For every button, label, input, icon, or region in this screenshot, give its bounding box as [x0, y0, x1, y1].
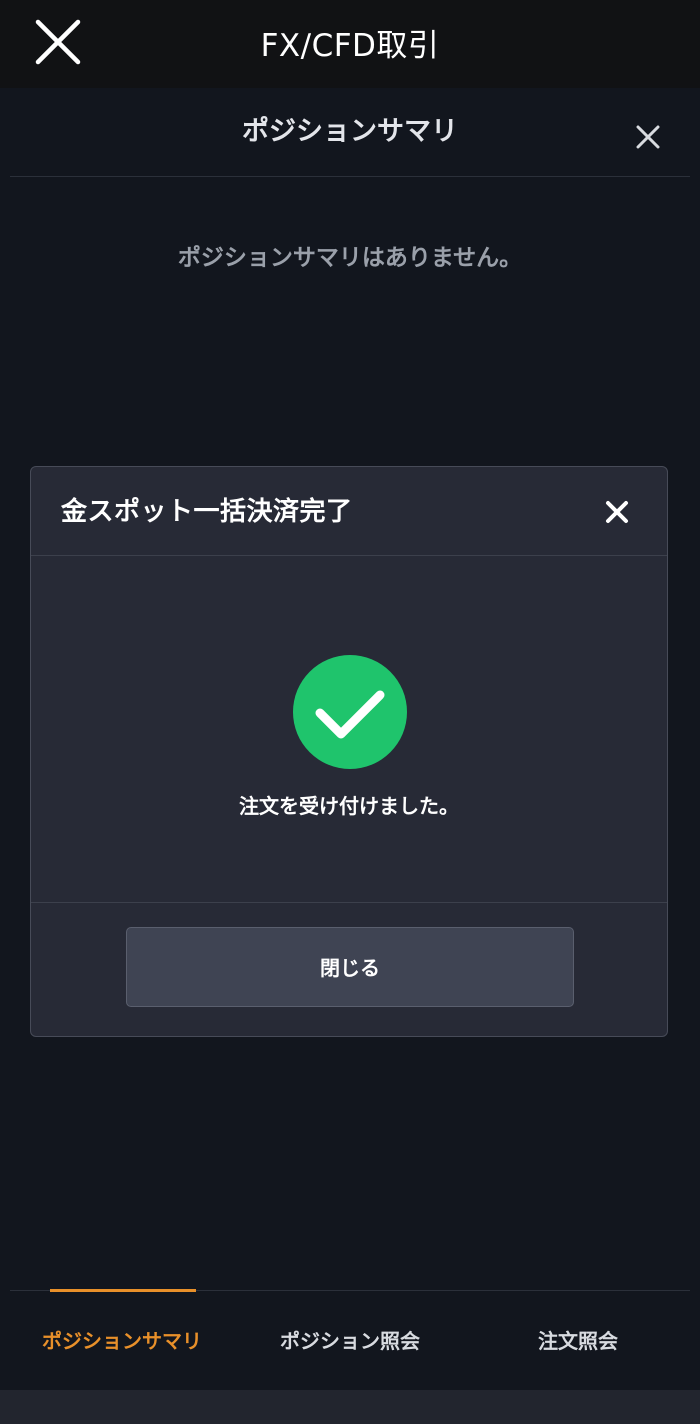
close-icon[interactable]: [605, 500, 629, 524]
panel-header: ポジションサマリ: [10, 88, 690, 177]
dialog-message: 注文を受け付けました。: [239, 794, 459, 818]
completion-dialog: 金スポット一括決済完了 注文を受け付けました。 閉じる: [30, 466, 668, 1037]
dialog-title: 金スポット一括決済完了: [61, 497, 353, 527]
bottom-safe-area: [0, 1390, 700, 1424]
close-button[interactable]: 閉じる: [126, 927, 574, 1007]
close-icon[interactable]: [632, 122, 664, 154]
dialog-header: 金スポット一括決済完了: [31, 467, 667, 556]
tab-position-inquiry[interactable]: ポジション照会: [236, 1291, 464, 1391]
app-header: FX/CFD取引: [0, 0, 700, 88]
tab-position-summary[interactable]: ポジションサマリ: [10, 1291, 234, 1391]
app-title: FX/CFD取引: [260, 28, 440, 64]
check-circle-icon: [293, 655, 407, 769]
tab-order-inquiry[interactable]: 注文照会: [466, 1291, 690, 1391]
dialog-body: 注文を受け付けました。: [31, 556, 667, 903]
empty-message: ポジションサマリはありません。: [177, 245, 523, 271]
panel-title: ポジションサマリ: [242, 116, 458, 147]
tab-bar: ポジションサマリ ポジション照会 注文照会: [10, 1289, 690, 1391]
